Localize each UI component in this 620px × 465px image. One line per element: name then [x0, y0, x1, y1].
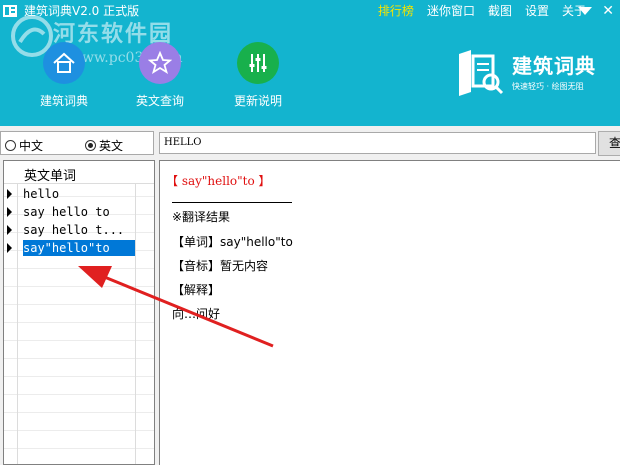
radio-english-circle[interactable]: [85, 140, 96, 151]
screenshot-link[interactable]: 截图: [488, 3, 512, 19]
row-pointer-icon: [7, 243, 12, 253]
translation-detail-panel: 【 say"hello"to 】 ※翻译结果 【单词】say"hello"to …: [159, 160, 620, 465]
brand-name: 建筑词典: [512, 54, 596, 78]
search-button[interactable]: 查: [598, 131, 620, 156]
list-item-text[interactable]: say hello t...: [23, 222, 128, 238]
row-pointer-icon: [7, 189, 12, 199]
language-radio-group: 中文 英文: [0, 131, 154, 155]
list-item[interactable]: say hello to: [4, 203, 154, 221]
radio-chinese-circle[interactable]: [5, 140, 16, 151]
word-list-panel: 英文单词 hello say hello to say hello t... s…: [3, 160, 155, 465]
app-header: 建筑词典V2.0 正式版 排行榜 迷你窗口 截图 设置 关于 ✕ 河东软件园 w…: [0, 0, 620, 126]
list-item[interactable]: say hello t...: [4, 221, 154, 239]
nav-update-notes-button[interactable]: 更新说明: [218, 42, 298, 109]
word-list-header: 英文单词: [4, 161, 154, 184]
title-bar: 建筑词典V2.0 正式版 排行榜 迷你窗口 截图 设置 关于 ✕: [0, 0, 620, 22]
phonetic-line: 【音标】暂无内容: [172, 259, 269, 273]
radio-chinese[interactable]: 中文: [5, 137, 43, 154]
search-input[interactable]: HELLO: [159, 132, 596, 154]
list-item-text[interactable]: say"hello"to: [23, 240, 135, 256]
nav-english-query-button[interactable]: 英文查询: [120, 42, 200, 109]
list-item-selected[interactable]: say"hello"to: [4, 239, 154, 257]
mini-window-link[interactable]: 迷你窗口: [427, 3, 475, 19]
list-item[interactable]: hello: [4, 185, 154, 203]
nav-dictionary-label: 建筑词典: [39, 94, 88, 108]
radio-chinese-label: 中文: [19, 139, 44, 153]
ranking-link[interactable]: 排行榜: [378, 3, 414, 19]
explanation-text: 向…问好: [172, 307, 221, 321]
title-divider: [172, 202, 292, 203]
row-pointer-icon: [7, 225, 12, 235]
radio-english-label: 英文: [99, 139, 124, 153]
list-item-text[interactable]: hello: [23, 186, 63, 202]
nav-dictionary-button[interactable]: 建筑词典: [24, 42, 104, 109]
dropdown-menu-icon[interactable]: [578, 6, 592, 16]
title-bar-links: 排行榜 迷你窗口 截图 设置 关于: [365, 3, 586, 19]
explanation-heading: 【解释】: [172, 283, 221, 297]
star-icon: [148, 51, 172, 74]
word-line: 【单词】say"hello"to: [172, 235, 293, 249]
word-list-header-label: 英文单词: [24, 169, 77, 184]
brand-book-icon: [459, 50, 504, 96]
list-item-text[interactable]: say hello to: [23, 204, 114, 220]
settings-link[interactable]: 设置: [525, 3, 549, 19]
result-heading: ※翻译结果: [172, 210, 231, 224]
brand-slogan: 快速轻巧 · 绘图无阻: [512, 82, 584, 91]
nav-update-notes-label: 更新说明: [233, 94, 282, 108]
equalizer-icon: [249, 54, 267, 72]
radio-english[interactable]: 英文: [85, 137, 123, 154]
nav-english-query-label: 英文查询: [135, 94, 184, 108]
entry-title: 【 say"hello"to 】: [166, 174, 271, 188]
close-icon[interactable]: ✕: [602, 4, 614, 18]
row-pointer-icon: [7, 207, 12, 217]
app-logo-icon: [3, 5, 17, 17]
window-title: 建筑词典V2.0 正式版: [24, 4, 140, 18]
brand: 建筑词典 快速轻巧 · 绘图无阻: [455, 44, 620, 104]
home-icon: [53, 52, 75, 73]
